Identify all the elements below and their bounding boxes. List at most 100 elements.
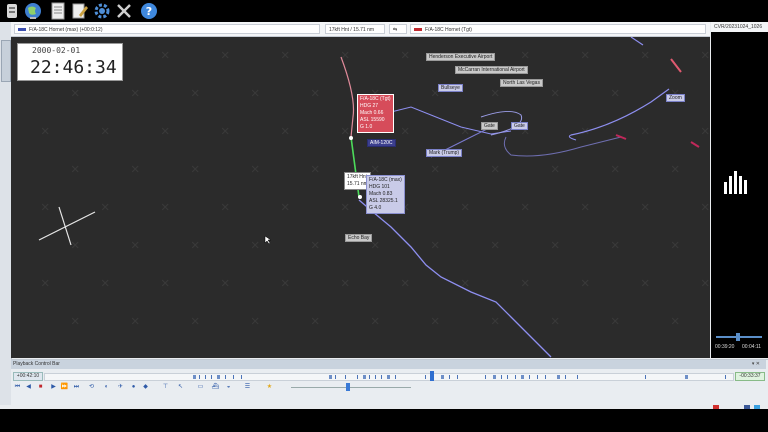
twitter-icon[interactable]	[754, 405, 760, 409]
timeline-event-tick[interactable]	[685, 375, 688, 379]
step-back-icon[interactable]: ◀	[25, 384, 32, 391]
swap-button[interactable]: ⇆	[389, 24, 407, 34]
timeline-event-tick[interactable]	[387, 375, 390, 379]
map-label-north-las-vegas[interactable]: North Las Vegas	[500, 79, 543, 87]
map-label-henderson[interactable]: Henderson Executive Airport	[426, 53, 496, 61]
record-icon[interactable]	[713, 405, 719, 409]
timeline-event-tick[interactable]	[345, 375, 346, 379]
ownship-data-block[interactable]: F/A-18C (max) HDG 101 Mach 0.83 ASL 2832…	[366, 175, 405, 214]
timeline-event-tick[interactable]	[369, 375, 370, 379]
edit-icon[interactable]	[71, 2, 89, 20]
grid-mark	[461, 279, 469, 287]
star-icon[interactable]: ★	[266, 384, 273, 391]
skip-start-icon[interactable]: ⏮	[14, 384, 21, 391]
audio-level-icon	[724, 171, 747, 194]
timeline-event-tick[interactable]	[395, 375, 396, 379]
tactical-map[interactable]: 2000-02-01 22:46:34 Henderson Executive …	[11, 37, 710, 358]
target-data-block[interactable]: F/A-18C (Tgt) HDG 27 Mach 0.66 ASL 15590…	[357, 94, 394, 133]
playback-panel-controls[interactable]: ▾ ✕	[752, 361, 760, 367]
map-label-echo-bay[interactable]: Echo Bay	[345, 234, 373, 242]
right-aircraft-selector[interactable]: F/A-18C Hornet (Tgt)	[410, 24, 706, 34]
map-label-bullseye[interactable]: Bullseye	[438, 84, 463, 92]
grid-mark	[491, 89, 499, 97]
timeline-event-tick[interactable]	[565, 375, 566, 379]
timeline-event-tick[interactable]	[335, 375, 336, 379]
timeline-event-tick[interactable]	[507, 375, 508, 379]
timeline-event-tick[interactable]	[725, 375, 726, 379]
timeline-event-tick[interactable]	[485, 375, 486, 379]
timeline-event-tick[interactable]	[425, 375, 426, 379]
timeline-event-tick[interactable]	[521, 375, 524, 379]
left-aircraft-selector[interactable]: F/A-18C Hornet (max) (+00:0:12)	[14, 24, 320, 34]
timeline-event-tick[interactable]	[545, 375, 546, 379]
timeline-event-tick[interactable]	[441, 375, 444, 379]
timeline-event-tick[interactable]	[375, 375, 376, 379]
map-view-icon[interactable]: ◆	[142, 384, 149, 391]
timeline-event-tick[interactable]	[199, 375, 200, 379]
playback-buttons: ⏮ ◀ ■ ▶ ⏩ ⏭ ⟲ ◐ ✈ ● ◆ ⊤ ↖ ▭ ⛴ ◒ ☰ ★	[11, 382, 768, 393]
map-label-mark[interactable]: Mark (Trump)	[426, 149, 463, 157]
timeline-event-tick[interactable]	[493, 375, 496, 379]
grid-mark	[311, 165, 319, 173]
speed-slider-thumb[interactable]	[346, 383, 350, 391]
timeline-event-tick[interactable]	[645, 375, 646, 379]
gear-icon[interactable]	[93, 2, 111, 20]
map-label-aim[interactable]: AIM-120C	[367, 139, 396, 147]
playback-timeline[interactable]	[44, 373, 734, 381]
grid-mark	[341, 203, 349, 211]
measure-icon[interactable]: ⊤	[162, 384, 169, 391]
playback-control-bar: Playback Control Bar ▾ ✕ +00:42:10 -00:3…	[11, 359, 768, 406]
terrain-icon[interactable]: ◒	[225, 384, 232, 391]
grid-mark	[251, 89, 259, 97]
help-icon[interactable]: ?	[140, 2, 158, 20]
timeline-event-tick[interactable]	[537, 375, 538, 379]
timeline-event-tick[interactable]	[193, 375, 196, 379]
map-label-mccarran[interactable]: McCarran International Airport	[455, 66, 528, 74]
map-label-gate-b[interactable]: Gate	[511, 122, 528, 130]
timeline-event-tick[interactable]	[357, 375, 358, 379]
label-tool-icon[interactable]: ▭	[197, 384, 204, 391]
aircraft-view-icon[interactable]: ✈	[117, 384, 124, 391]
timeline-cursor[interactable]	[430, 371, 434, 381]
timeline-event-tick[interactable]	[241, 375, 242, 379]
server-icon[interactable]	[3, 2, 21, 20]
audio-slider-thumb[interactable]	[736, 333, 740, 341]
grid-mark	[581, 51, 589, 59]
range-selector[interactable]: 17kft Hnt / 15.71 nm	[325, 24, 385, 34]
timeline-event-tick[interactable]	[515, 375, 516, 379]
stop-icon[interactable]: ■	[37, 384, 44, 391]
timeline-event-tick[interactable]	[205, 375, 206, 379]
timeline-event-tick[interactable]	[529, 375, 530, 379]
tools-icon[interactable]	[115, 2, 133, 20]
timeline-event-tick[interactable]	[363, 375, 366, 379]
timeline-event-tick[interactable]	[449, 375, 450, 379]
timeline-event-tick[interactable]	[233, 375, 234, 379]
pointer-tool-icon[interactable]: ↖	[177, 384, 184, 391]
timeline-event-tick[interactable]	[211, 375, 212, 379]
ship-icon[interactable]: ⛴	[212, 384, 220, 391]
grid-mark	[191, 241, 199, 249]
facebook-icon[interactable]	[744, 405, 750, 409]
timeline-event-tick[interactable]	[501, 375, 502, 379]
layers-icon[interactable]: ☰	[244, 384, 251, 391]
timeline-event-tick[interactable]	[577, 375, 578, 379]
globe-view-icon[interactable]: ●	[130, 384, 137, 391]
speed-slider-track[interactable]	[291, 387, 411, 388]
document-icon[interactable]	[49, 2, 67, 20]
timeline-event-tick[interactable]	[217, 375, 220, 379]
timeline-event-tick[interactable]	[329, 375, 332, 379]
globe-icon[interactable]	[24, 2, 42, 20]
side-tab[interactable]	[1, 40, 11, 82]
camera-icon[interactable]: ◐	[103, 384, 110, 391]
map-label-zoom[interactable]: Zoom	[666, 94, 685, 102]
map-label-gate[interactable]: Gate	[481, 122, 498, 130]
fast-forward-icon[interactable]: ⏩	[61, 384, 68, 391]
timeline-event-tick[interactable]	[457, 375, 458, 379]
play-icon[interactable]: ▶	[50, 384, 57, 391]
timeline-event-tick[interactable]	[557, 375, 560, 379]
grid-mark	[131, 165, 139, 173]
loop-icon[interactable]: ⟲	[88, 384, 95, 391]
timeline-event-tick[interactable]	[381, 375, 382, 379]
timeline-event-tick[interactable]	[225, 375, 226, 379]
skip-end-icon[interactable]: ⏭	[73, 384, 80, 391]
